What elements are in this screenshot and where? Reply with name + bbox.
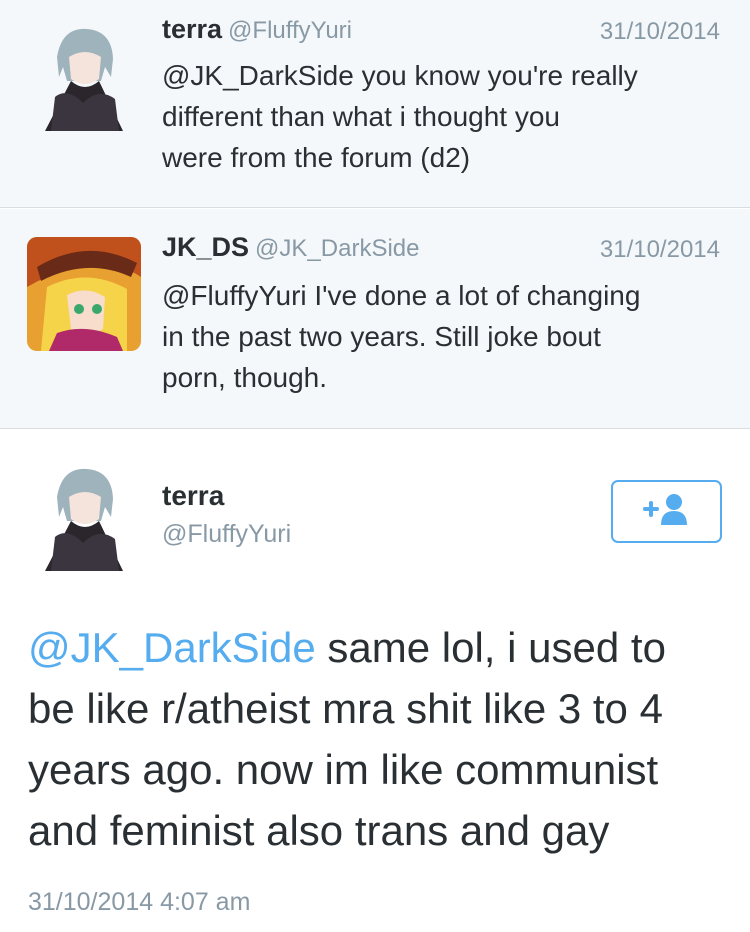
reply-tweet-jkds[interactable]: JK_DS @JK_DarkSide 31/10/2014 @FluffyYuri… bbox=[0, 209, 750, 429]
reply-header: JK_DS @JK_DarkSide 31/10/2014 bbox=[162, 232, 720, 272]
reply-header: terra @FluffyYuri 31/10/2014 bbox=[162, 14, 720, 54]
avatar[interactable] bbox=[27, 237, 141, 351]
text-line: years ago. now im like communist bbox=[28, 746, 659, 793]
text-line: @FluffyYuri I've done a lot of changing bbox=[162, 280, 641, 311]
tweet-text: @JK_DarkSide you know you're really diff… bbox=[162, 55, 726, 178]
display-name[interactable]: terra bbox=[162, 480, 224, 512]
tweet-date[interactable]: 31/10/2014 bbox=[600, 236, 720, 264]
reply-tweet-terra[interactable]: terra @FluffyYuri 31/10/2014 @JK_DarkSide… bbox=[0, 0, 750, 208]
avatar[interactable] bbox=[27, 457, 141, 571]
text-line: were from the forum (d2) bbox=[162, 142, 471, 173]
tweet-timestamp[interactable]: 31/10/2014 4:07 am bbox=[28, 888, 250, 917]
mention-link[interactable]: @JK_DarkSide bbox=[28, 624, 316, 671]
main-tweet: terra @FluffyYuri @JK_DarkSide same lol,… bbox=[0, 430, 750, 932]
follow-button[interactable] bbox=[611, 480, 722, 543]
avatar[interactable] bbox=[27, 17, 141, 131]
user-handle[interactable]: @FluffyYuri bbox=[162, 520, 291, 549]
display-name[interactable]: terra bbox=[162, 14, 222, 44]
text-line: @JK_DarkSide same lol, i used to bbox=[28, 624, 666, 671]
user-handle[interactable]: @FluffyYuri bbox=[228, 17, 352, 44]
add-user-icon bbox=[641, 491, 693, 532]
text-line: in the past two years. Still joke bout bbox=[162, 321, 601, 352]
tweet-date[interactable]: 31/10/2014 bbox=[600, 18, 720, 46]
text-line: @JK_DarkSide you know you're really bbox=[162, 60, 638, 91]
text-line: be like r/atheist mra shit like 3 to 4 bbox=[28, 685, 663, 732]
tweet-text: @FluffyYuri I've done a lot of changing … bbox=[162, 275, 726, 398]
text-line: and feminist also trans and gay bbox=[28, 807, 610, 854]
text-line: different than what i thought you bbox=[162, 101, 560, 132]
user-handle[interactable]: @JK_DarkSide bbox=[255, 235, 419, 262]
tweet-body: @JK_DarkSide same lol, i used to be like… bbox=[28, 617, 728, 861]
text-line: porn, though. bbox=[162, 362, 328, 393]
display-name[interactable]: JK_DS bbox=[162, 232, 249, 262]
